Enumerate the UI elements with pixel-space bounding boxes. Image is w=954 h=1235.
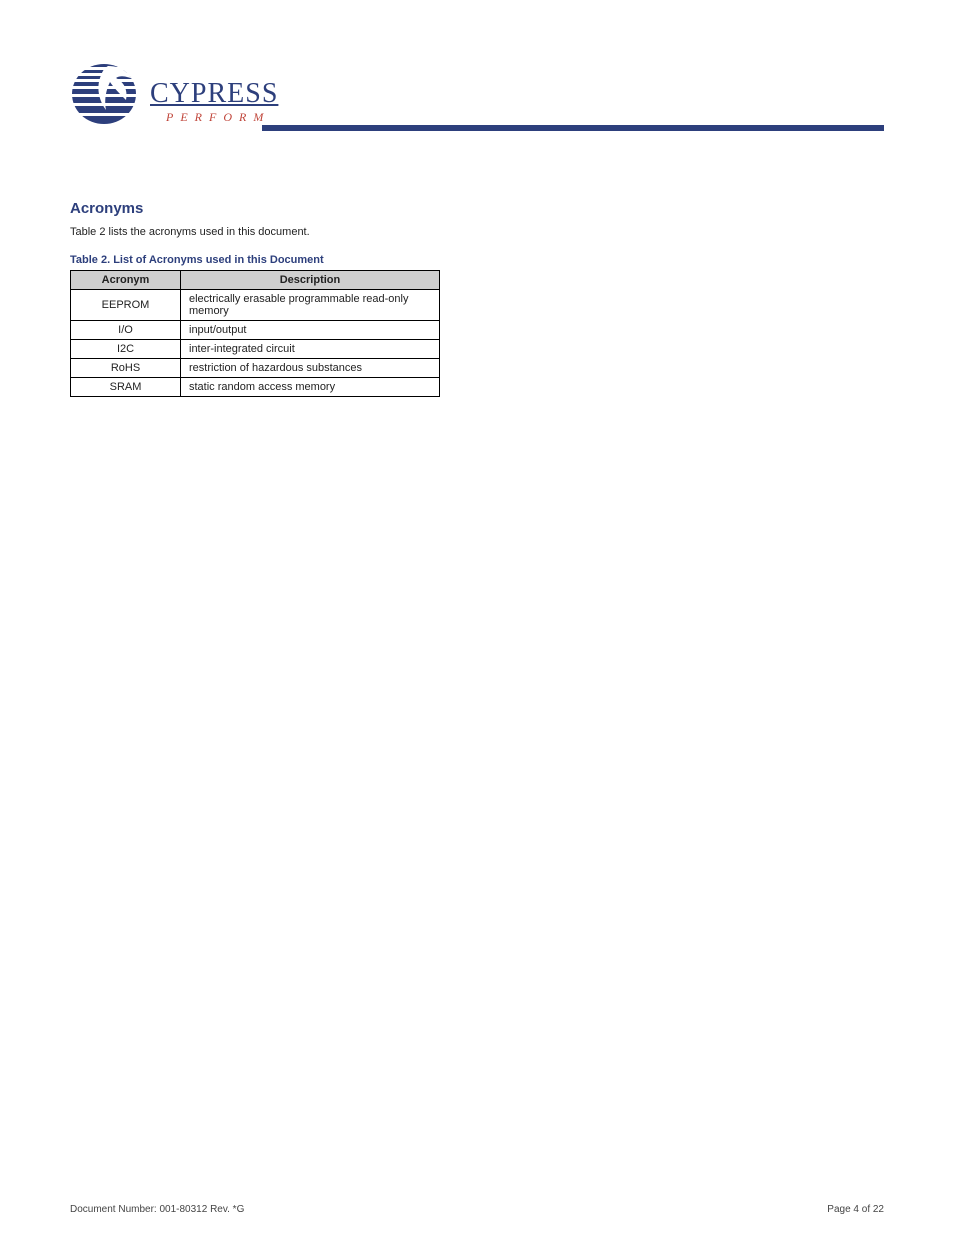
page: CYPRESS PERFORM Acronyms Table 2 lists t… bbox=[0, 0, 954, 1235]
cell-description: inter-integrated circuit bbox=[181, 339, 440, 358]
cell-acronym: I/O bbox=[71, 320, 181, 339]
col-acronym: Acronym bbox=[71, 270, 181, 289]
table-row: I2C inter-integrated circuit bbox=[71, 339, 440, 358]
logo-text-sub: PERFORM bbox=[166, 110, 270, 125]
globe-icon bbox=[70, 60, 150, 128]
section-title: Acronyms bbox=[70, 200, 884, 217]
cell-acronym: EEPROM bbox=[71, 289, 181, 320]
cell-description: restriction of hazardous substances bbox=[181, 358, 440, 377]
cell-acronym: I2C bbox=[71, 339, 181, 358]
acronym-table: Acronym Description EEPROM electrically … bbox=[70, 270, 440, 397]
table-row: SRAM static random access memory bbox=[71, 377, 440, 396]
table-row: RoHS restriction of hazardous substances bbox=[71, 358, 440, 377]
header-rule bbox=[262, 125, 884, 131]
cell-acronym: RoHS bbox=[71, 358, 181, 377]
col-description: Description bbox=[181, 270, 440, 289]
logo-text-main: CYPRESS bbox=[150, 78, 278, 110]
table-caption: Table 2. List of Acronyms used in this D… bbox=[70, 254, 884, 266]
content: Acronyms Table 2 lists the acronyms used… bbox=[70, 200, 884, 397]
table-header-row: Acronym Description bbox=[71, 270, 440, 289]
footer-right: Page 4 of 22 bbox=[827, 1204, 884, 1215]
cell-description: input/output bbox=[181, 320, 440, 339]
section-body: Table 2 lists the acronyms used in this … bbox=[70, 225, 884, 240]
footer: Document Number: 001-80312 Rev. *G Page … bbox=[70, 1204, 884, 1215]
table-row: EEPROM electrically erasable programmabl… bbox=[71, 289, 440, 320]
table-row: I/O input/output bbox=[71, 320, 440, 339]
cell-acronym: SRAM bbox=[71, 377, 181, 396]
cell-description: electrically erasable programmable read-… bbox=[181, 289, 440, 320]
logo: CYPRESS PERFORM bbox=[70, 60, 270, 140]
cell-description: static random access memory bbox=[181, 377, 440, 396]
footer-left: Document Number: 001-80312 Rev. *G bbox=[70, 1204, 244, 1215]
